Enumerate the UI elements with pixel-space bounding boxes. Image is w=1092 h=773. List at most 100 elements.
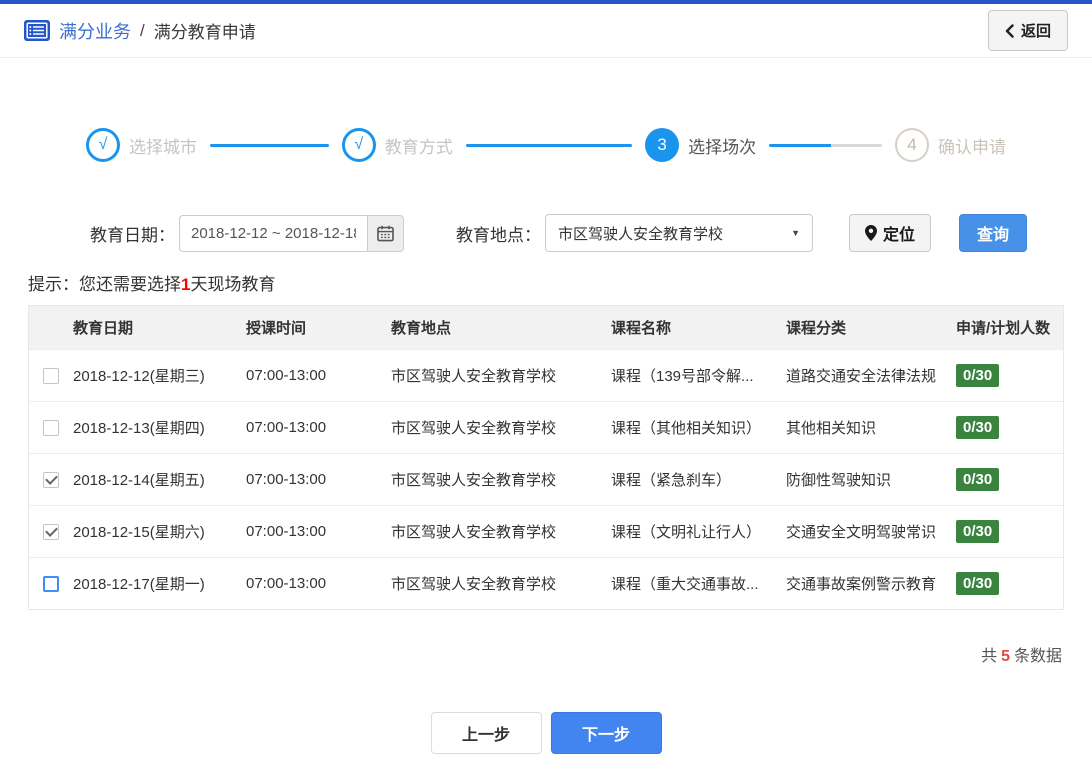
breadcrumb-primary: 满分业务: [59, 21, 131, 42]
cell-education-location: 市区驾驶人安全教育学校: [391, 368, 557, 385]
wizard-footer: 上一步 下一步: [0, 712, 1092, 754]
table-header-row: 教育日期 授课时间 教育地点 课程名称 课程分类 申请/计划人数: [29, 306, 1063, 349]
row-checkbox[interactable]: [43, 575, 59, 592]
cell-course-category: 交通事故案例警示教育: [786, 576, 937, 593]
cell-course-category: 防御性驾驶知识: [786, 472, 892, 489]
cell-lesson-time: 07:00-13:00: [246, 419, 327, 436]
step-2-circle: √: [341, 128, 376, 162]
next-step-button[interactable]: 下一步: [550, 712, 662, 754]
cell-lesson-time: 07:00-13:00: [246, 575, 327, 592]
step-3-circle: 3: [645, 128, 680, 162]
quota-badge: 0/30: [956, 468, 1000, 491]
cell-quota: 0/30: [956, 520, 1063, 543]
cell-lesson-time: 07:00-13:00: [246, 471, 327, 488]
education-date-label: 教育日期：: [90, 225, 175, 245]
summary-suffix: 条数据: [1013, 648, 1062, 665]
hint-suffix: 天现场教育: [190, 275, 276, 294]
header: 满分业务 / 满分教育申请 返回: [0, 4, 1092, 58]
cell-education-location: 市区驾驶人安全教育学校: [391, 420, 557, 437]
cell-education-date: 2018-12-15(星期六): [73, 524, 205, 541]
cell-course-name: 课程（文明礼让行人）: [611, 524, 762, 541]
cell-quota: 0/30: [956, 468, 1063, 491]
cell-lesson-time: 07:00-13:00: [246, 367, 327, 384]
breadcrumb-separator: /: [140, 20, 145, 40]
cell-course-category: 交通安全文明驾驶常识: [786, 524, 937, 541]
row-checkbox-cell: [29, 523, 73, 540]
row-checkbox[interactable]: [43, 523, 59, 540]
record-count-summary: 共 5 条数据: [30, 642, 1062, 666]
date-range-group: [179, 214, 404, 252]
row-checkbox-cell: [29, 419, 73, 436]
previous-step-button[interactable]: 上一步: [430, 712, 542, 754]
step-select-session: 3 选择场次: [645, 128, 756, 162]
locate-button-label: 定位: [883, 227, 916, 244]
step-1-circle: √: [86, 128, 120, 162]
step-connector: [465, 143, 633, 147]
row-checkbox[interactable]: [43, 419, 59, 436]
column-course-name: 课程名称: [611, 320, 672, 337]
cell-education-date: 2018-12-12(星期三): [73, 368, 205, 385]
selection-hint: 提示：您还需要选择1天现场教育: [28, 270, 1092, 295]
table-row: 2018-12-13(星期四) 07:00-13:00 市区驾驶人安全教育学校 …: [29, 401, 1063, 453]
summary-prefix: 共: [981, 648, 998, 665]
cell-education-date: 2018-12-13(星期四): [73, 420, 205, 437]
cell-course-name: 课程（紧急刹车）: [611, 472, 732, 489]
chevron-left-icon: [1005, 23, 1014, 38]
cell-education-location: 市区驾驶人安全教育学校: [391, 576, 557, 593]
quota-badge: 0/30: [956, 520, 1000, 543]
step-connector: [210, 143, 329, 147]
search-button[interactable]: 查询: [959, 214, 1028, 252]
row-checkbox[interactable]: [43, 471, 59, 488]
table-row: 2018-12-15(星期六) 07:00-13:00 市区驾驶人安全教育学校 …: [29, 505, 1063, 557]
table-body: 2018-12-12(星期三) 07:00-13:00 市区驾驶人安全教育学校 …: [29, 349, 1063, 609]
summary-count: 5: [1001, 648, 1010, 665]
table-row: 2018-12-12(星期三) 07:00-13:00 市区驾驶人安全教育学校 …: [29, 349, 1063, 401]
breadcrumb: 满分业务 / 满分教育申请: [24, 18, 256, 44]
map-pin-icon: [865, 225, 877, 241]
hint-prefix: 提示：您还需要选择: [28, 275, 181, 294]
step-2-label: 教育方式: [384, 137, 453, 157]
sessions-table: 教育日期 授课时间 教育地点 课程名称 课程分类 申请/计划人数 2018-12…: [28, 305, 1064, 610]
cell-lesson-time: 07:00-13:00: [246, 523, 327, 540]
column-course-category: 课程分类: [786, 320, 847, 337]
row-checkbox-cell: [29, 575, 73, 592]
education-date-input[interactable]: [179, 214, 367, 252]
column-education-date: 教育日期: [73, 320, 134, 337]
step-education-mode: √ 教育方式: [341, 128, 453, 162]
step-4-label: 确认申请: [938, 137, 1006, 157]
quota-badge: 0/30: [956, 416, 1000, 439]
step-connector: [769, 143, 882, 147]
education-location-value: 市区驾驶人安全教育学校: [558, 225, 724, 243]
cell-education-location: 市区驾驶人安全教育学校: [391, 472, 557, 489]
step-4-circle: 4: [895, 128, 929, 162]
calendar-button[interactable]: [367, 214, 404, 252]
education-location-label: 教育地点：: [456, 225, 541, 245]
back-button[interactable]: 返回: [987, 10, 1068, 51]
quota-badge: 0/30: [956, 572, 1000, 595]
cell-course-name: 课程（139号部令解...: [611, 368, 754, 385]
row-checkbox-cell: [29, 367, 73, 384]
education-location-select[interactable]: 市区驾驶人安全教育学校 ▼: [545, 214, 813, 252]
row-checkbox-cell: [29, 471, 73, 488]
cell-quota: 0/30: [956, 572, 1063, 595]
back-button-label: 返回: [1020, 23, 1051, 40]
chevron-down-icon: ▼: [791, 228, 800, 238]
step-select-city: √ 选择城市: [86, 128, 197, 162]
row-checkbox[interactable]: [43, 367, 59, 384]
cell-course-category: 道路交通安全法律法规: [786, 368, 937, 385]
column-education-location: 教育地点: [391, 320, 452, 337]
cell-education-date: 2018-12-14(星期五): [73, 472, 205, 489]
locate-button[interactable]: 定位: [849, 214, 932, 252]
step-indicator: √ 选择城市 √ 教育方式 3 选择场次 4 确认申请: [86, 128, 1006, 162]
cell-course-name: 课程（其他相关知识）: [611, 420, 762, 437]
quota-badge: 0/30: [956, 364, 1000, 387]
cell-quota: 0/30: [956, 364, 1063, 387]
list-icon: [24, 20, 50, 41]
calendar-icon: [377, 225, 394, 242]
table-row: 2018-12-14(星期五) 07:00-13:00 市区驾驶人安全教育学校 …: [29, 453, 1063, 505]
column-lesson-time: 授课时间: [246, 320, 307, 337]
cell-course-name: 课程（重大交通事故...: [611, 576, 759, 593]
page-title: 满分教育申请: [153, 23, 256, 42]
cell-education-location: 市区驾驶人安全教育学校: [391, 524, 557, 541]
step-confirm-application: 4 确认申请: [895, 128, 1006, 162]
